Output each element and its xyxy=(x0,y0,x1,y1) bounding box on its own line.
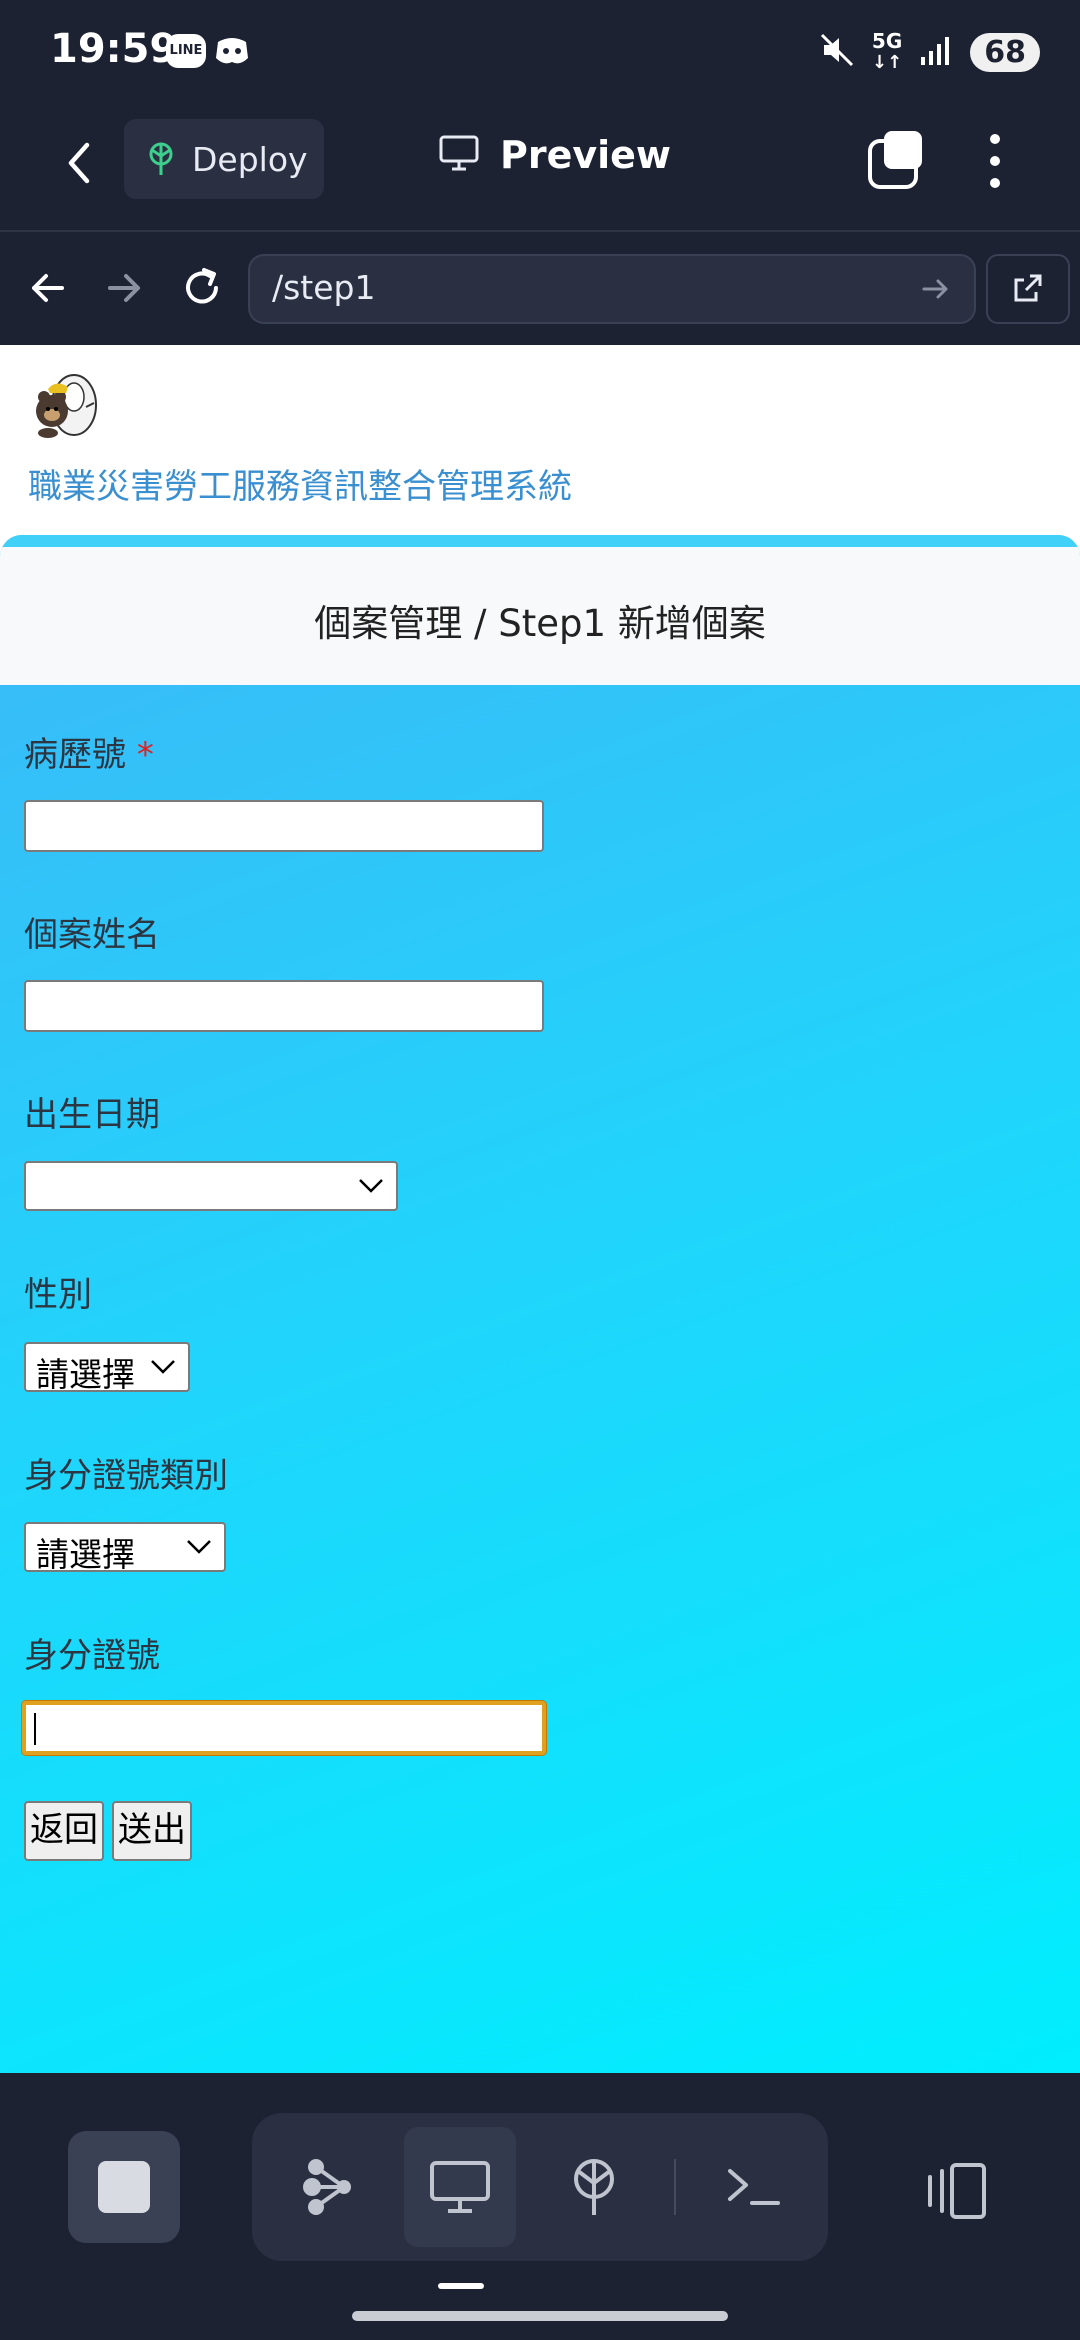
line-icon: LINE xyxy=(166,34,206,68)
page-title: 個案管理 / Step1 新增個案 xyxy=(314,602,766,645)
terminal-tool-button[interactable] xyxy=(698,2127,810,2247)
tool-group xyxy=(252,2113,828,2261)
go-arrow-icon[interactable] xyxy=(918,272,952,306)
birth-date-label: 出生日期 xyxy=(24,1095,160,1135)
back-arrow-icon[interactable] xyxy=(55,133,105,193)
stop-icon xyxy=(98,2161,150,2213)
birth-date-picker[interactable] xyxy=(24,1161,398,1211)
chevron-down-icon xyxy=(151,1360,175,1374)
deploy-button[interactable]: Deploy xyxy=(124,119,324,199)
status-bar: 19:59 LINE 5G ↓↑ 68 xyxy=(0,0,1080,105)
id-type-select[interactable]: 請選擇 xyxy=(24,1522,226,1574)
form-card: 個案管理 / Step1 新增個案 病歷號 * 個案姓名 出生日期 性別 請選擇… xyxy=(0,535,1080,2073)
terminal-icon xyxy=(728,2169,780,2205)
network-type: 5G xyxy=(871,29,903,53)
external-link-icon xyxy=(1014,274,1042,302)
status-time: 19:59 xyxy=(50,26,178,72)
gender-label: 性別 xyxy=(24,1275,92,1315)
record-no-input[interactable] xyxy=(24,800,544,852)
graph-tool-button[interactable] xyxy=(272,2127,384,2247)
required-mark: * xyxy=(136,735,154,775)
app-bar: Deploy Preview xyxy=(0,105,1080,232)
mute-icon xyxy=(820,33,854,71)
id-number-label: 身分證號 xyxy=(24,1636,160,1676)
stop-button[interactable] xyxy=(68,2131,180,2243)
url-text: /step1 xyxy=(272,268,376,307)
preview-tool-button[interactable] xyxy=(404,2127,516,2247)
url-bar[interactable]: /step1 xyxy=(248,254,976,324)
open-external-button[interactable] xyxy=(986,254,1070,324)
reload-icon[interactable] xyxy=(176,262,228,314)
bottom-toolbar xyxy=(0,2073,1080,2340)
deploy-tool-button[interactable] xyxy=(538,2127,650,2247)
5g-icon: 5G ↓↑ xyxy=(871,29,903,73)
chevron-down-icon xyxy=(187,1540,211,1554)
id-number-input[interactable] xyxy=(22,1701,546,1755)
card-accent xyxy=(0,535,1080,547)
browser-back-icon[interactable] xyxy=(22,262,74,314)
deploy-label: Deploy xyxy=(192,139,308,179)
deploy-icon xyxy=(574,2159,614,2215)
home-indicator[interactable] xyxy=(352,2311,728,2321)
tool-separator xyxy=(674,2159,676,2215)
split-view-icon[interactable] xyxy=(918,2159,998,2223)
more-menu-icon[interactable] xyxy=(980,129,1010,193)
preview-label: Preview xyxy=(500,133,672,177)
deploy-icon xyxy=(144,142,178,176)
text-cursor xyxy=(34,1713,36,1745)
tabs-icon[interactable] xyxy=(866,129,926,191)
card-header: 個案管理 / Step1 新增個案 xyxy=(0,547,1080,685)
browser-toolbar: /step1 xyxy=(0,232,1080,344)
site-header: 職業災害勞工服務資訊整合管理系統 xyxy=(0,345,1080,535)
site-title[interactable]: 職業災害勞工服務資訊整合管理系統 xyxy=(28,459,572,508)
record-no-label-text: 病歷號 xyxy=(24,735,126,775)
drag-handle[interactable] xyxy=(438,2283,484,2289)
discord-icon xyxy=(214,36,250,70)
gender-select-value: 請選擇 xyxy=(36,1355,135,1394)
id-type-select-value: 請選擇 xyxy=(36,1535,135,1574)
site-logo[interactable] xyxy=(28,367,104,445)
name-label: 個案姓名 xyxy=(24,915,160,955)
name-input[interactable] xyxy=(24,980,544,1032)
id-type-label: 身分證號類別 xyxy=(24,1456,228,1496)
back-button[interactable]: 返回 xyxy=(24,1801,104,1861)
chevron-down-icon xyxy=(359,1179,383,1193)
preview-tab[interactable]: Preview xyxy=(438,133,671,177)
battery-icon: 68 xyxy=(970,32,1040,72)
nodes-icon xyxy=(303,2159,351,2215)
browser-forward-icon[interactable] xyxy=(98,262,150,314)
web-content: 職業災害勞工服務資訊整合管理系統 個案管理 / Step1 新增個案 病歷號 *… xyxy=(0,345,1080,2073)
gender-select[interactable]: 請選擇 xyxy=(24,1342,190,1394)
monitor-icon xyxy=(430,2161,490,2213)
monitor-icon xyxy=(438,134,480,176)
submit-button[interactable]: 送出 xyxy=(112,1801,192,1861)
record-no-label: 病歷號 * xyxy=(24,727,154,776)
signal-icon xyxy=(920,35,952,69)
